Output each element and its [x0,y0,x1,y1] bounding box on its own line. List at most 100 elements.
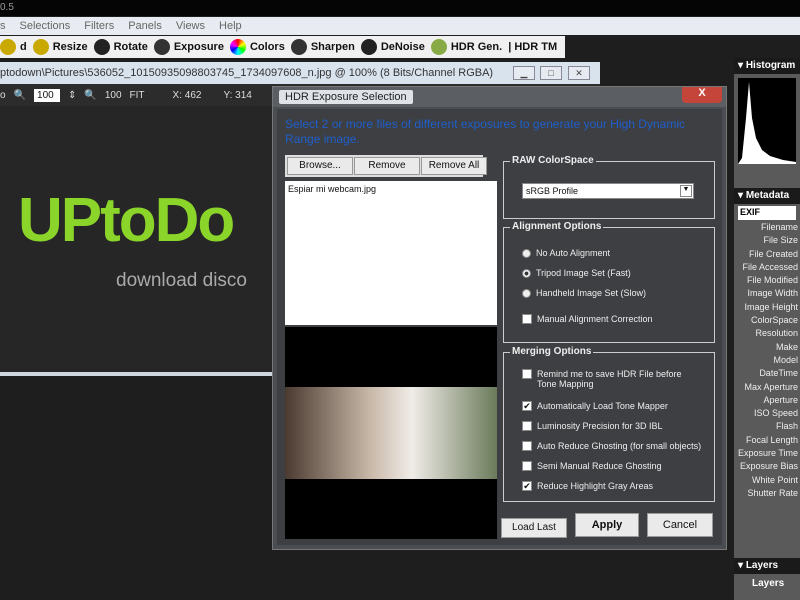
chevron-down-icon[interactable]: ▼ [680,185,692,197]
raw-colorspace-group: RAW ColorSpace sRGB Profile ▼ [503,155,715,219]
cancel-button[interactable]: Cancel [647,513,713,537]
dialog-title: HDR Exposure Selection [279,90,413,104]
toolbar-denoise-button[interactable]: DeNoise [360,39,425,55]
rotate-icon [93,39,110,55]
metadata-field-label: Max Aperture [744,381,798,392]
metadata-field-label: File Size [763,235,798,246]
menu-views[interactable]: Views [176,20,205,35]
metadata-field-label: ColorSpace [750,315,798,326]
checkbox[interactable] [522,314,532,324]
alignment-radio-option[interactable]: Handheld Image Set (Slow) [522,288,646,298]
metadata-field-label: Shutter Rate [747,487,798,498]
image-preview [285,327,497,539]
metadata-field-label: Filename [760,222,798,232]
colors-icon [229,39,246,55]
toolbar-colors-button[interactable]: Colors [229,39,285,55]
file-list-item[interactable]: Espiar mi webcam.jpg [288,184,494,194]
toolbar-rotate-button[interactable]: Rotate [93,39,148,55]
toolbar-sharpen-button[interactable]: Sharpen [290,39,355,55]
checkbox[interactable] [522,461,532,471]
y-coordinate: Y: 314 [223,89,252,101]
toolbar-hdrtm-button[interactable]: | HDR TM [508,41,557,53]
histogram-graph [738,78,796,164]
option-label: Handheld Image Set (Slow) [536,288,647,298]
menu-selections[interactable]: Selections [20,20,71,35]
merging-checkbox-option[interactable]: Remind me to save HDR File before Tone M… [522,369,702,389]
checkbox[interactable] [522,421,532,431]
option-label: No Auto Alignment [536,248,611,258]
toolbar-label: HDR Gen. [450,41,503,53]
maximize-button[interactable]: □ [540,66,562,80]
zoom-in-icon[interactable]: 🔍 [14,90,26,101]
hdr-exposure-dialog: HDR Exposure Selection X Select 2 or mor… [272,86,727,550]
merging-checkbox-option[interactable]: ✔ Reduce Highlight Gray Areas [522,481,702,491]
document-title-bar: ptodown\Pictures\536052_1015093509880374… [0,62,600,84]
merging-options-label: Merging Options [510,346,594,357]
metadata-field-label: Image Width [747,288,798,299]
sharpen-icon [290,39,307,55]
close-doc-button[interactable]: ✕ [568,66,590,80]
toolbar-label: Exposure [173,41,224,53]
checkbox[interactable]: ✔ [522,401,532,411]
alignment-radio-option[interactable]: No Auto Alignment [522,248,610,258]
option-label: Automatically Load Tone Mapper [537,401,668,411]
merging-checkbox-option[interactable]: Semi Manual Reduce Ghosting [522,461,702,471]
canvas-tagline: download disco [116,270,247,291]
apply-button[interactable]: Apply [575,513,639,537]
load-last-button[interactable]: Load Last [501,518,567,538]
toolbar-d-button[interactable]: d [0,39,27,55]
toolbar-label: | HDR TM [508,41,558,53]
alignment-radio-option[interactable]: Tripod Image Set (Fast) [522,268,631,278]
canvas-logo: UPtoDo [18,186,235,255]
manual-alignment-checkbox-option[interactable]: Manual Alignment Correction [522,314,653,324]
option-label: Semi Manual Reduce Ghosting [537,461,662,471]
checkbox[interactable] [522,441,532,451]
denoise-icon [360,39,377,55]
metadata-field-label: Focal Length [745,434,798,445]
checkbox[interactable] [522,369,532,379]
checkbox[interactable]: ✔ [522,481,532,491]
metadata-field-label: Aperture [763,394,798,405]
toolbar-hdrgen-button[interactable]: HDR Gen. [430,39,503,55]
zoom-stepper[interactable]: ⇕ [68,90,76,101]
minimize-button[interactable]: ▁ [513,66,535,80]
metadata-field-label: Exposure Bias [739,461,798,472]
remove-all-button[interactable]: Remove All [421,157,487,175]
radio-button[interactable] [522,289,531,298]
option-label: Remind me to save HDR File before Tone M… [537,369,682,389]
toolbar-label: d [20,41,27,53]
edit-icon [0,39,16,55]
dialog-close-button[interactable]: X [682,87,722,103]
metadata-field-label: File Accessed [742,261,798,272]
histogram-header[interactable]: ▾ Histogram [734,58,800,74]
zoom-out-icon[interactable]: 🔍 [84,90,96,101]
menu-filters[interactable]: Filters [84,20,114,35]
radio-button[interactable] [522,269,531,278]
merging-checkbox-option[interactable]: ✔ Automatically Load Tone Mapper [522,401,702,411]
menu-help[interactable]: Help [219,20,242,35]
metadata-field-label: ISO Speed [753,408,798,419]
colorspace-select[interactable]: sRGB Profile ▼ [522,183,694,199]
file-list[interactable]: Espiar mi webcam.jpg [285,181,497,325]
zoom-100-button[interactable]: 100 [105,90,122,101]
browse-button[interactable]: Browse... [287,157,353,175]
toolbar-exposure-button[interactable]: Exposure [153,39,224,55]
zoom-input[interactable]: 100 [34,88,61,102]
metadata-header[interactable]: ▾ Metadata [734,188,800,204]
metadata-type-select[interactable]: EXIF [738,206,796,220]
merging-checkbox-option[interactable]: Luminosity Precision for 3D IBL [522,421,702,431]
layers-tab[interactable]: Layers [734,574,800,589]
metadata-field-label: Image Height [744,301,798,312]
menu-s[interactable]: s [0,20,6,35]
merging-checkbox-option[interactable]: Auto Reduce Ghosting (for small objects) [522,441,702,451]
toolbar-resize-button[interactable]: Resize [32,39,88,55]
remove-button[interactable]: Remove [354,157,420,175]
layers-header[interactable]: ▾ Layers [734,558,800,574]
zoom-fit-button[interactable]: FIT [130,90,145,101]
option-label: Manual Alignment Correction [537,314,653,324]
option-label: Tripod Image Set (Fast) [536,268,631,278]
menu-panels[interactable]: Panels [128,20,162,35]
radio-button[interactable] [522,249,531,258]
dialog-title-bar: HDR Exposure Selection [273,87,726,107]
exposure-icon [153,39,170,55]
